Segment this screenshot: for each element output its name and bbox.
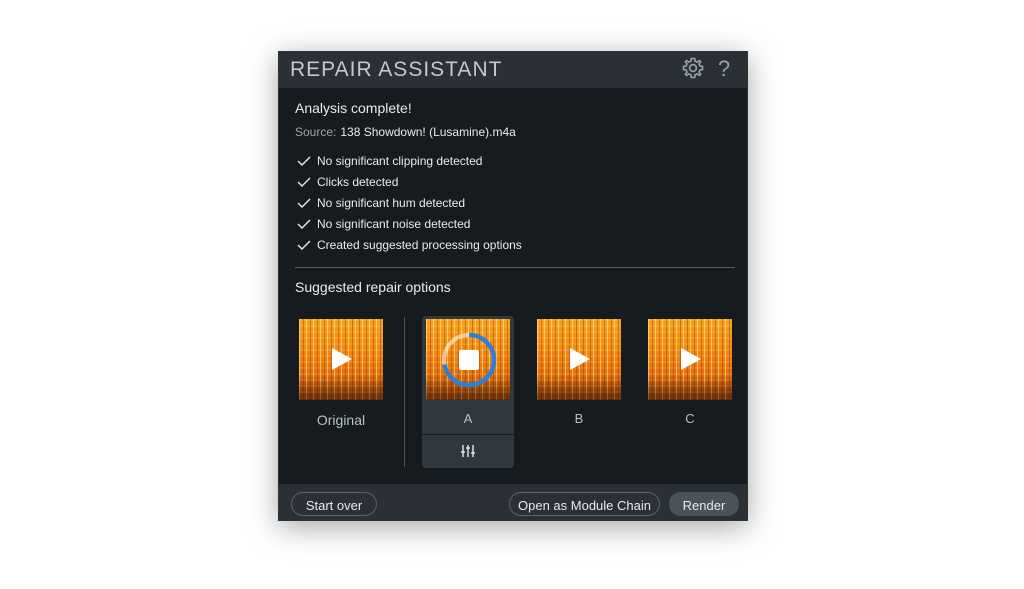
start-over-button[interactable]: Start over bbox=[291, 492, 377, 516]
option-b-thumbnail[interactable] bbox=[537, 319, 621, 400]
footer-bar: Start over Open as Module Chain Render bbox=[279, 484, 747, 520]
option-a-thumbnail[interactable] bbox=[426, 319, 510, 400]
option-c-thumbnail[interactable] bbox=[648, 319, 732, 400]
open-module-chain-button[interactable]: Open as Module Chain bbox=[509, 492, 660, 516]
help-icon[interactable]: ? bbox=[713, 55, 735, 83]
original-preview-thumbnail[interactable] bbox=[299, 319, 383, 400]
check-item: Created suggested processing options bbox=[297, 234, 522, 255]
play-icon bbox=[332, 348, 352, 370]
sliders-icon bbox=[461, 445, 475, 457]
check-item-label: Created suggested processing options bbox=[317, 237, 522, 252]
check-icon bbox=[297, 219, 311, 229]
window-title: REPAIR ASSISTANT bbox=[290, 58, 503, 81]
gear-icon[interactable] bbox=[681, 56, 705, 80]
check-item-label: No significant clipping detected bbox=[317, 153, 483, 168]
play-icon bbox=[570, 348, 590, 370]
analysis-checklist: No significant clipping detected Clicks … bbox=[297, 150, 522, 255]
play-icon bbox=[681, 348, 701, 370]
original-separator bbox=[404, 317, 405, 467]
check-item: Clicks detected bbox=[297, 171, 522, 192]
stop-icon bbox=[459, 350, 479, 370]
original-label: Original bbox=[316, 412, 366, 428]
option-c-label: C bbox=[685, 411, 695, 426]
check-item: No significant hum detected bbox=[297, 192, 522, 213]
check-item: No significant clipping detected bbox=[297, 150, 522, 171]
check-item: No significant noise detected bbox=[297, 213, 522, 234]
title-bar: REPAIR ASSISTANT ? bbox=[279, 52, 747, 88]
source-file: 138 Showdown! (Lusamine).m4a bbox=[340, 125, 516, 139]
option-b-label: B bbox=[574, 411, 584, 426]
check-icon bbox=[297, 198, 311, 208]
analysis-heading: Analysis complete! bbox=[295, 100, 412, 116]
check-icon bbox=[297, 177, 311, 187]
repair-assistant-dialog: REPAIR ASSISTANT ? Analysis complete! So… bbox=[278, 51, 748, 521]
source-label: Source: bbox=[295, 125, 337, 139]
check-icon bbox=[297, 240, 311, 250]
suggested-heading: Suggested repair options bbox=[295, 279, 451, 295]
render-button[interactable]: Render bbox=[669, 492, 739, 516]
check-item-label: No significant noise detected bbox=[317, 216, 471, 231]
option-a-settings-button[interactable] bbox=[422, 435, 514, 468]
source-line: Source: 138 Showdown! (Lusamine).m4a bbox=[295, 125, 516, 139]
check-icon bbox=[297, 156, 311, 166]
section-divider bbox=[295, 267, 735, 268]
check-item-label: Clicks detected bbox=[317, 174, 399, 189]
check-item-label: No significant hum detected bbox=[317, 195, 466, 210]
option-a-label: A bbox=[463, 411, 473, 426]
